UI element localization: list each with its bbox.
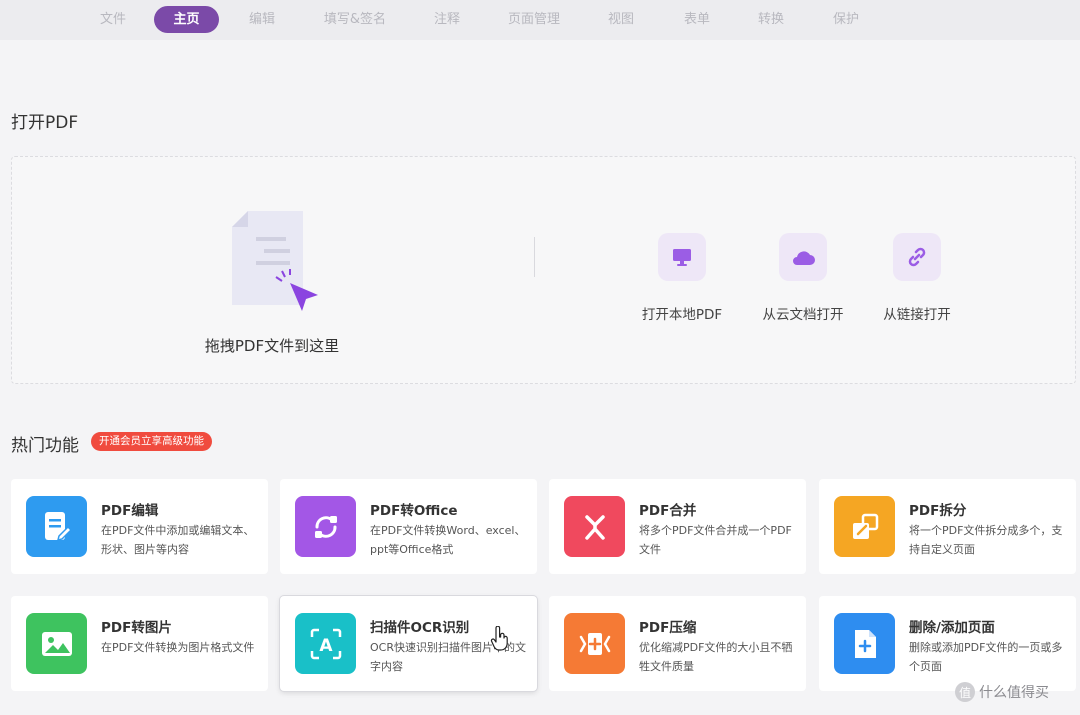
merge-icon [564, 496, 625, 557]
open-from-cloud-button[interactable]: 从云文档打开 [738, 233, 868, 323]
card-title: PDF合并 [639, 503, 697, 519]
card-delete-add-page[interactable]: 删除/添加页面 删除或添加PDF文件的一页或多个页面 [819, 596, 1076, 691]
cloud-icon [779, 233, 827, 281]
open-from-cloud-label: 从云文档打开 [762, 307, 844, 323]
card-title: PDF编辑 [101, 503, 159, 519]
ocr-icon: A [295, 613, 356, 674]
drop-file-label: 拖拽PDF文件到这里 [204, 337, 340, 355]
card-title: PDF拆分 [909, 503, 967, 519]
card-title: PDF压缩 [639, 620, 697, 636]
tab-edit[interactable]: 编辑 [242, 6, 282, 33]
open-pdf-title: 打开PDF [11, 113, 79, 133]
image-icon [26, 613, 87, 674]
watermark: 值 什么值得买 [955, 682, 1049, 702]
tab-home[interactable]: 主页 [154, 6, 219, 33]
card-pdf-to-office[interactable]: PDF转Office 在PDF文件转换Word、excel、ppt等Office… [280, 479, 537, 574]
card-pdf-split[interactable]: PDF拆分 将一个PDF文件拆分成多个，支持自定义页面 [819, 479, 1076, 574]
card-description: 删除或添加PDF文件的一页或多个页面 [909, 641, 1063, 673]
card-description: 将多个PDF文件合并成一个PDF文件 [639, 524, 792, 556]
card-title: 扫描件OCR识别 [370, 620, 470, 636]
card-title: PDF转Office [370, 503, 458, 519]
svg-text:A: A [319, 636, 333, 656]
open-local-pdf-label: 打开本地PDF [641, 307, 723, 323]
add-page-icon [834, 613, 895, 674]
hot-features-title: 热门功能 [11, 436, 79, 456]
link-icon [893, 233, 941, 281]
split-icon [834, 496, 895, 557]
vertical-divider [534, 237, 535, 277]
card-description: 在PDF文件中添加或编辑文本、形状、图片等内容 [101, 524, 255, 556]
tab-convert[interactable]: 转换 [751, 6, 791, 33]
tab-protect[interactable]: 保护 [826, 6, 866, 33]
card-pdf-compress[interactable]: PDF压缩 优化缩减PDF文件的大小且不牺牲文件质量 [549, 596, 806, 691]
card-description: 在PDF文件转换为图片格式文件 [101, 641, 255, 654]
vip-badge[interactable]: 开通会员立享高级功能 [91, 432, 212, 451]
card-pdf-edit[interactable]: PDF编辑 在PDF文件中添加或编辑文本、形状、图片等内容 [11, 479, 268, 574]
card-description: 在PDF文件转换Word、excel、ppt等Office格式 [370, 524, 526, 556]
card-title: 删除/添加页面 [909, 620, 995, 636]
open-pdf-panel: 拖拽PDF文件到这里 打开本地PDF 从云文档打开 从链接打开 [11, 156, 1076, 384]
edit-document-icon [26, 496, 87, 557]
drop-file-illustration[interactable] [228, 207, 338, 331]
tab-form[interactable]: 表单 [677, 6, 717, 33]
watermark-logo-icon: 值 [955, 682, 975, 702]
tab-file[interactable]: 文件 [93, 6, 133, 33]
card-description: 优化缩减PDF文件的大小且不牺牲文件质量 [639, 641, 793, 673]
card-pdf-merge[interactable]: PDF合并 将多个PDF文件合并成一个PDF文件 [549, 479, 806, 574]
convert-icon [295, 496, 356, 557]
tab-fill-sign[interactable]: 填写&签名 [315, 6, 395, 33]
tab-page-manage[interactable]: 页面管理 [500, 6, 568, 33]
open-from-link-button[interactable]: 从链接打开 [852, 233, 982, 323]
open-from-link-label: 从链接打开 [883, 307, 951, 323]
open-local-pdf-button[interactable]: 打开本地PDF [617, 233, 747, 323]
card-pdf-to-image[interactable]: PDF转图片 在PDF文件转换为图片格式文件 [11, 596, 268, 691]
hand-cursor-icon [490, 625, 510, 656]
card-title: PDF转图片 [101, 620, 172, 636]
top-tab-bar: 文件 主页 编辑 填写&签名 注释 页面管理 视图 表单 转换 保护 [0, 0, 1080, 40]
tab-annotate[interactable]: 注释 [427, 6, 467, 33]
compress-icon [564, 613, 625, 674]
card-description: 将一个PDF文件拆分成多个，支持自定义页面 [909, 524, 1063, 556]
tab-view[interactable]: 视图 [601, 6, 641, 33]
monitor-icon [658, 233, 706, 281]
watermark-text: 什么值得买 [979, 685, 1049, 701]
